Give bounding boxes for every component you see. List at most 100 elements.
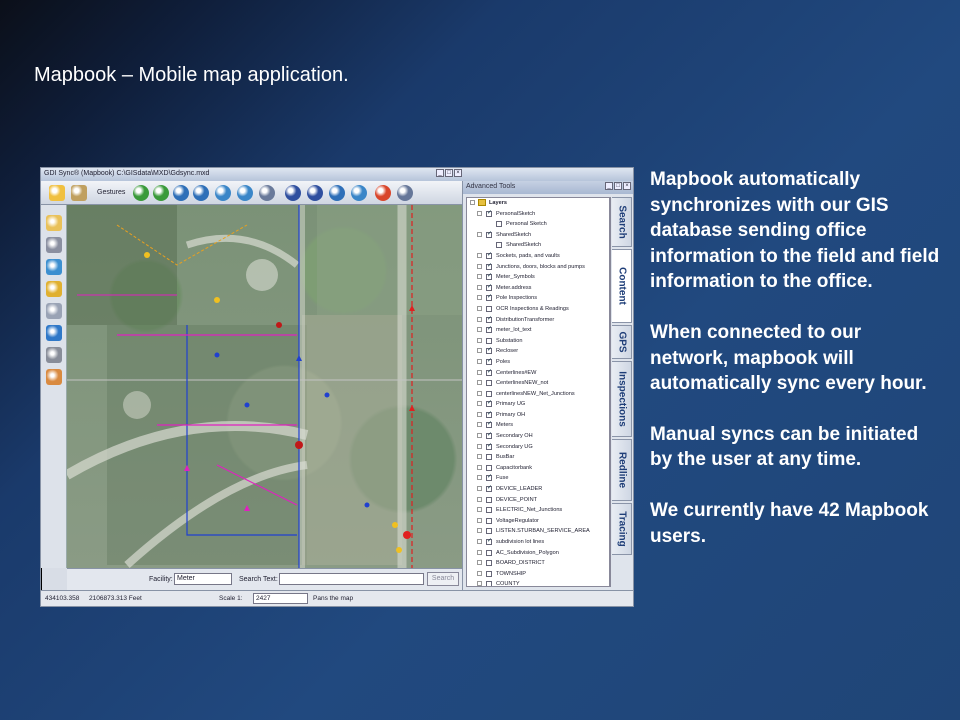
layer-item[interactable]: Substation	[467, 336, 609, 347]
layer-item[interactable]: Meter.address	[467, 283, 609, 294]
layer-checkbox[interactable]	[486, 420, 492, 429]
more-icon[interactable]	[397, 185, 413, 201]
globe-icon[interactable]	[351, 185, 367, 201]
layer-item[interactable]: Meter_Symbols	[467, 272, 609, 283]
layer-checkbox[interactable]	[486, 337, 492, 344]
gps-icon[interactable]	[375, 185, 391, 201]
layer-item[interactable]: subdivision lot lines	[467, 537, 609, 548]
expand-icon[interactable]	[477, 486, 482, 492]
layer-item[interactable]: BusBar	[467, 452, 609, 463]
back-icon[interactable]	[133, 185, 149, 201]
expand-icon[interactable]	[477, 274, 482, 280]
layer-checkbox[interactable]	[486, 283, 492, 291]
layer-checkbox[interactable]	[486, 496, 492, 503]
layer-item[interactable]: VoltageRegulator	[467, 516, 609, 527]
print-icon[interactable]	[46, 237, 62, 253]
layer-root[interactable]: Layers	[467, 198, 609, 209]
palette-icon[interactable]	[46, 369, 62, 385]
expand-icon[interactable]	[477, 337, 482, 343]
panel-maximize-button[interactable]: □	[614, 182, 622, 190]
layer-item[interactable]: Secondary UG	[467, 442, 609, 453]
search-text-input[interactable]	[279, 573, 424, 585]
globe-icon[interactable]	[46, 325, 62, 341]
layer-checkbox[interactable]	[486, 570, 492, 577]
layer-item[interactable]: DEVICE_LEADER	[467, 484, 609, 495]
expand-icon[interactable]	[477, 443, 482, 449]
expand-icon[interactable]	[477, 581, 482, 586]
layer-checkbox[interactable]	[486, 209, 492, 217]
folder-icon[interactable]	[46, 215, 62, 231]
layer-item[interactable]: Poles	[467, 357, 609, 368]
layer-item[interactable]: LISTEN.STURBAN_SERVICE_AREA	[467, 526, 609, 537]
expand-icon[interactable]	[477, 528, 482, 534]
expand-icon[interactable]	[477, 210, 482, 216]
expand-icon[interactable]	[477, 517, 482, 523]
expand-icon[interactable]	[477, 348, 482, 354]
layer-checkbox[interactable]	[486, 305, 492, 312]
tab-inspections[interactable]: Inspections	[612, 361, 632, 437]
expand-icon[interactable]	[477, 327, 482, 333]
layer-item[interactable]: centerlinesNEW_Net_Junctions	[467, 389, 609, 400]
expand-icon[interactable]	[477, 539, 482, 544]
layer-checkbox[interactable]	[496, 242, 502, 249]
scale-select[interactable]: 2427	[253, 593, 308, 604]
layer-item[interactable]: Capacitorbank	[467, 463, 609, 474]
expand-icon[interactable]	[477, 305, 482, 311]
layer-item[interactable]: SharedSketch	[467, 240, 609, 251]
expand-icon[interactable]	[477, 433, 482, 439]
expand-icon[interactable]	[477, 358, 482, 364]
expand-icon[interactable]	[477, 284, 482, 290]
layer-checkbox[interactable]	[486, 528, 492, 535]
layer-item[interactable]: Centerlines#EW	[467, 368, 609, 379]
map-view[interactable]	[67, 205, 462, 568]
panel-minimize-button[interactable]: _	[605, 182, 613, 190]
close-button[interactable]: ×	[454, 169, 462, 177]
layer-checkbox[interactable]	[486, 380, 492, 387]
expand-icon[interactable]	[477, 464, 482, 470]
minimize-button[interactable]: _	[436, 169, 444, 177]
layer-checkbox[interactable]	[486, 581, 492, 586]
layer-item[interactable]: COUNTY	[467, 579, 609, 586]
expand-icon[interactable]	[477, 549, 482, 555]
layer-item[interactable]: Junctions, doors, blocks and pumps	[467, 262, 609, 273]
search-button[interactable]: Search	[427, 572, 459, 586]
layers-icon[interactable]	[46, 281, 62, 297]
layer-item[interactable]: Primary OH	[467, 410, 609, 421]
facility-select[interactable]: Meter	[174, 573, 232, 585]
layer-checkbox[interactable]	[486, 399, 492, 408]
layer-item[interactable]: Sockets, pads, and vaults	[467, 251, 609, 262]
expand-icon[interactable]	[477, 560, 482, 566]
layer-item[interactable]: SharedSketch	[467, 230, 609, 241]
pan-hand-icon[interactable]	[49, 185, 65, 201]
expand-icon[interactable]	[477, 475, 482, 481]
expand-icon[interactable]	[477, 316, 482, 322]
layer-checkbox[interactable]	[486, 325, 492, 334]
tab-content[interactable]: Content	[612, 249, 632, 323]
maximize-button[interactable]: □	[445, 169, 453, 177]
layer-item[interactable]: Fuse	[467, 473, 609, 484]
expand-icon[interactable]	[477, 401, 482, 407]
layer-item[interactable]: PersonalSketch	[467, 209, 609, 220]
layer-item[interactable]: OCR Inspections & Readings	[467, 304, 609, 315]
layer-item[interactable]: meter_lot_text	[467, 325, 609, 336]
expand-icon[interactable]	[477, 380, 482, 386]
expand-icon[interactable]	[477, 252, 482, 258]
gear-icon[interactable]	[46, 347, 62, 363]
layer-checkbox[interactable]	[486, 357, 492, 365]
expand-icon[interactable]	[477, 390, 482, 396]
layer-item[interactable]: CenterlinesNEW_not	[467, 378, 609, 389]
expand-icon[interactable]	[477, 422, 482, 428]
search-icon[interactable]	[329, 185, 345, 201]
layer-checkbox[interactable]	[486, 431, 492, 440]
layer-checkbox[interactable]	[486, 507, 492, 514]
layer-checkbox[interactable]	[496, 221, 502, 228]
sync-icon[interactable]	[46, 259, 62, 275]
layer-checkbox[interactable]	[486, 454, 492, 461]
edit-icon[interactable]	[46, 303, 62, 319]
zoom-in-icon[interactable]	[193, 185, 209, 201]
layer-checkbox[interactable]	[486, 442, 492, 450]
expand-icon[interactable]	[477, 263, 482, 269]
layer-checkbox[interactable]	[486, 410, 492, 418]
tab-redline[interactable]: Redline	[612, 439, 632, 501]
layer-checkbox[interactable]	[486, 464, 492, 471]
